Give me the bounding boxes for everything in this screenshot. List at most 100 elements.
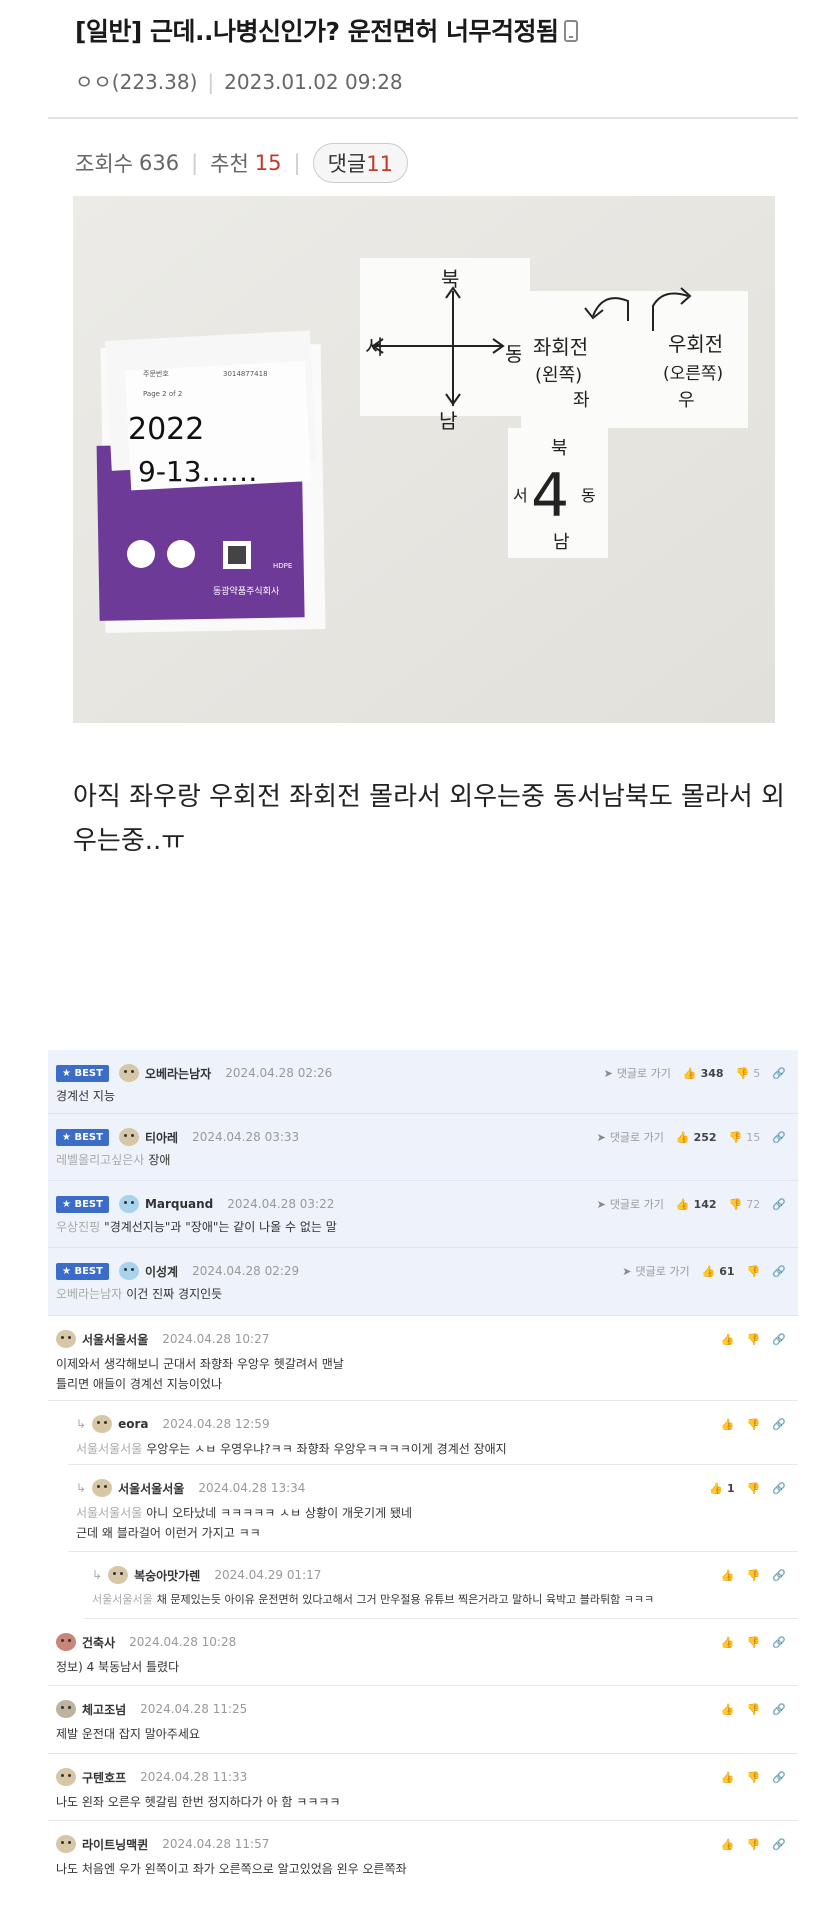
- goto-reply-link[interactable]: 댓글로 가기: [635, 1263, 689, 1279]
- comments-button[interactable]: 댓글11: [312, 143, 408, 183]
- post-title: [일반] 근데..나병신인가? 운전면허 너무걱정됨: [75, 12, 579, 48]
- hdpe-label: HDPE: [273, 562, 292, 570]
- thumbs-down-icon[interactable]: 👎: [747, 1771, 761, 1784]
- right-turn-paren: (오른쪽): [663, 364, 723, 384]
- comment-nick[interactable]: 오베라는남자: [145, 1065, 211, 1082]
- compass-w: 서: [365, 335, 383, 359]
- comment-nick[interactable]: 복숭아맛가렌: [134, 1567, 200, 1584]
- comment-nick[interactable]: 서울서울서울: [82, 1331, 148, 1348]
- comment-nick[interactable]: 티아레: [145, 1129, 178, 1146]
- thumbs-down-icon[interactable]: 👎: [747, 1482, 761, 1495]
- link-icon[interactable]: 🔗: [772, 1771, 786, 1784]
- avatar[interactable]: [118, 1195, 139, 1213]
- mention[interactable]: 레벨올리고싶은사: [56, 1153, 144, 1167]
- link-icon[interactable]: 🔗: [772, 1418, 786, 1431]
- link-icon[interactable]: 🔗: [772, 1703, 786, 1716]
- comment-nick[interactable]: 건축사: [82, 1634, 115, 1651]
- avatar[interactable]: [56, 1330, 76, 1348]
- avatar[interactable]: [118, 1128, 139, 1146]
- upvote-count: 348: [700, 1066, 724, 1080]
- link-icon[interactable]: 🔗: [772, 1198, 786, 1211]
- goto-reply-link[interactable]: 댓글로 가기: [617, 1065, 671, 1081]
- thumbs-down-icon[interactable]: 👎: [747, 1703, 761, 1716]
- small-n: 북: [551, 438, 568, 459]
- comment-nick[interactable]: 서울서울서울: [118, 1480, 184, 1497]
- post-author[interactable]: ㅇㅇ(223.38): [75, 70, 197, 94]
- divider: |: [191, 151, 199, 175]
- goto-reply-link[interactable]: 댓글로 가기: [610, 1196, 664, 1212]
- thumbs-down-icon[interactable]: 👎: [736, 1067, 750, 1080]
- avatar[interactable]: [118, 1262, 139, 1280]
- goto-reply-link[interactable]: 댓글로 가기: [610, 1129, 664, 1145]
- thumbs-up-icon[interactable]: 👍: [721, 1636, 735, 1649]
- comment-text: 나도 왼좌 오른우 헷갈림 한번 정지하다가 아 함 ㅋㅋㅋㅋ: [56, 1792, 786, 1812]
- comment-nick[interactable]: Marquand: [145, 1197, 213, 1211]
- link-icon[interactable]: 🔗: [772, 1333, 786, 1346]
- thumbs-up-icon[interactable]: 👍: [702, 1265, 716, 1278]
- comment-body-line: 근데 왜 블라걸어 이런거 가지고 ㅋㅋ: [76, 1526, 261, 1540]
- link-icon[interactable]: 🔗: [772, 1067, 786, 1080]
- comment-date: 2024.04.28 10:28: [129, 1635, 237, 1649]
- downvote-count: 5: [753, 1066, 761, 1080]
- goto-reply-icon: ➤: [596, 1130, 606, 1144]
- thumbs-up-icon[interactable]: 👍: [721, 1838, 735, 1851]
- link-icon[interactable]: 🔗: [772, 1482, 786, 1495]
- small-s: 남: [553, 532, 570, 553]
- thumbs-down-icon[interactable]: 👎: [747, 1838, 761, 1851]
- mention[interactable]: 오베라는남자: [56, 1287, 122, 1301]
- note-date-line1: 2022: [128, 412, 204, 447]
- thumbs-down-icon[interactable]: 👎: [747, 1333, 761, 1346]
- thumbs-up-icon[interactable]: 👍: [721, 1333, 735, 1346]
- comment-date: 2024.04.28 03:22: [227, 1197, 335, 1211]
- comment-body: 이건 진짜 경지인듯: [126, 1287, 223, 1301]
- avatar[interactable]: [56, 1768, 76, 1786]
- avatar[interactable]: [108, 1566, 129, 1584]
- mention[interactable]: 서울서울서울: [76, 1506, 142, 1520]
- link-icon[interactable]: 🔗: [772, 1569, 786, 1582]
- avatar[interactable]: [56, 1700, 76, 1718]
- mention[interactable]: 우상진핑: [56, 1220, 100, 1234]
- thumbs-up-icon[interactable]: 👍: [676, 1131, 690, 1144]
- mention[interactable]: 서울서울서울: [92, 1593, 153, 1606]
- upvote-count: 142: [693, 1197, 717, 1211]
- thumbs-down-icon[interactable]: 👎: [747, 1418, 761, 1431]
- thumbs-up-icon[interactable]: 👍: [709, 1482, 723, 1495]
- avatar[interactable]: [118, 1064, 139, 1082]
- thumbs-up-icon[interactable]: 👍: [721, 1418, 735, 1431]
- thumbs-up-icon[interactable]: 👍: [683, 1067, 697, 1080]
- right-turn-label: 우회전: [668, 332, 723, 356]
- avatar[interactable]: [92, 1415, 113, 1433]
- avatar[interactable]: [56, 1835, 76, 1853]
- avatar[interactable]: [56, 1633, 76, 1651]
- link-icon[interactable]: 🔗: [772, 1265, 786, 1278]
- comment-nick[interactable]: 라이트닝맥퀸: [82, 1836, 148, 1853]
- comment-nick[interactable]: 구텐호프: [82, 1769, 126, 1786]
- best-badge: ★ BEST: [56, 1195, 109, 1213]
- post-photo: 주문번호 Page 2 of 2 3014877418 2022 9-13…… …: [73, 196, 775, 723]
- thumbs-up-icon[interactable]: 👍: [721, 1771, 735, 1784]
- comment-nick[interactable]: 이성계: [145, 1263, 178, 1280]
- link-icon[interactable]: 🔗: [772, 1636, 786, 1649]
- thumbs-down-icon[interactable]: 👎: [729, 1131, 743, 1144]
- mention[interactable]: 서울서울서울: [76, 1442, 142, 1456]
- avatar[interactable]: [92, 1479, 113, 1497]
- comment-body: 제발 운전대 잡지 말아주세요: [56, 1727, 200, 1741]
- comment-body-line: 아니 오타났네 ㅋㅋㅋㅋㅋ ㅅㅂ 상황이 개웃기게 됐네: [146, 1506, 413, 1520]
- post-body: 아직 좌우랑 우회전 좌회전 몰라서 외우는중 동서남북도 몰라서 외우는중..…: [73, 782, 785, 856]
- comments-label: 댓글: [327, 152, 367, 176]
- thumbs-down-icon[interactable]: 👎: [747, 1636, 761, 1649]
- comment-nick[interactable]: eora: [118, 1417, 148, 1431]
- downvote-count: 15: [746, 1130, 761, 1144]
- link-icon[interactable]: 🔗: [772, 1131, 786, 1144]
- thumbs-down-icon[interactable]: 👎: [747, 1265, 761, 1278]
- thumbs-down-icon[interactable]: 👎: [729, 1198, 743, 1211]
- header-divider: [48, 117, 798, 119]
- comment-nick[interactable]: 체고조넘: [82, 1701, 126, 1718]
- thumbs-up-icon[interactable]: 👍: [721, 1569, 735, 1582]
- thumbs-up-icon[interactable]: 👍: [721, 1703, 735, 1716]
- left-turn-label: 좌회전: [533, 335, 588, 359]
- link-icon[interactable]: 🔗: [772, 1838, 786, 1851]
- divider: |: [293, 151, 301, 175]
- thumbs-up-icon[interactable]: 👍: [676, 1198, 690, 1211]
- thumbs-down-icon[interactable]: 👎: [747, 1569, 761, 1582]
